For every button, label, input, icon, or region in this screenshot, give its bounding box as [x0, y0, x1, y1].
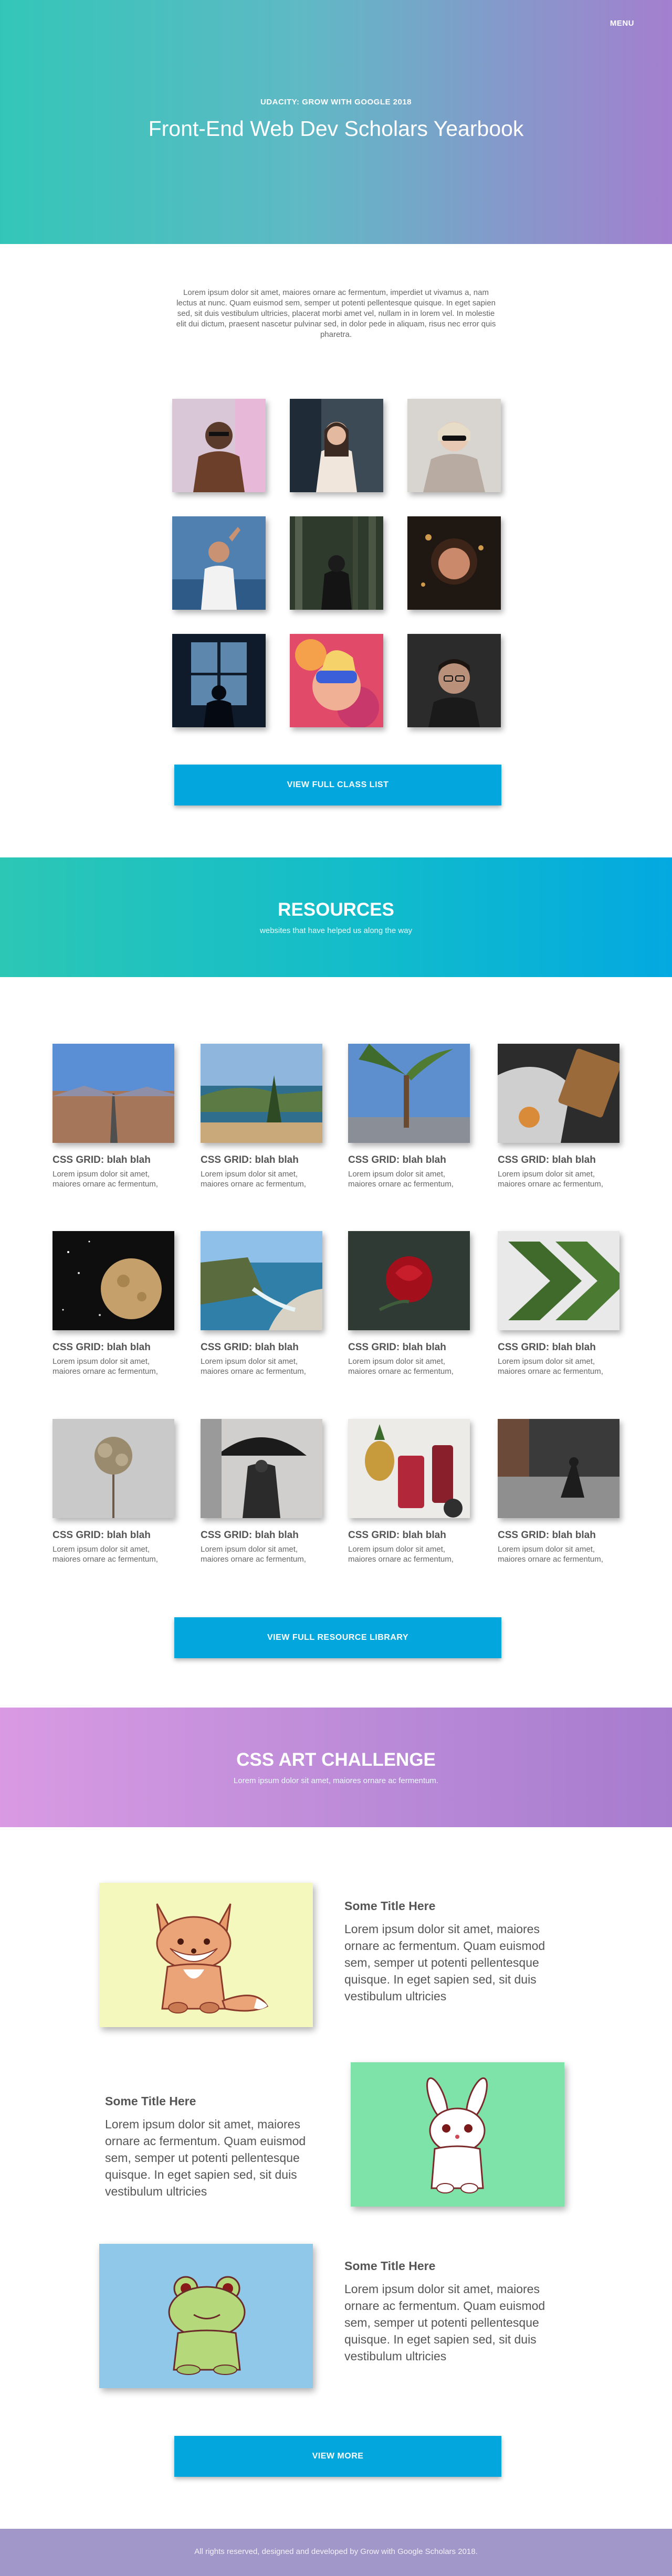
- resource-desc: Lorem ipsum dolor sit amet, maiores orna…: [498, 1170, 603, 1189]
- art-title: CSS ART CHALLENGE: [236, 1750, 436, 1770]
- hero-kicker: UDACITY: GROW WITH GOOGLE 2018: [260, 98, 412, 107]
- resources-title: RESOURCES: [278, 899, 394, 920]
- art-item-title: Some Title Here: [344, 2259, 436, 2273]
- student-photo-3[interactable]: [407, 399, 501, 492]
- resource-title: CSS GRID: blah blah: [201, 1154, 299, 1165]
- resource-desc: Lorem ipsum dolor sit amet, maiores orna…: [52, 1357, 158, 1376]
- resource-title: CSS GRID: blah blah: [348, 1154, 446, 1165]
- resource-desc: Lorem ipsum dolor sit amet, maiores orna…: [348, 1357, 454, 1376]
- student-grid: [172, 399, 501, 729]
- resource-card[interactable]: CSS GRID: blah blah Lorem ipsum dolor si…: [498, 1231, 620, 1376]
- art-image-bunny[interactable]: [351, 2062, 564, 2207]
- student-photo-5[interactable]: [290, 516, 383, 610]
- resource-image: [201, 1419, 322, 1518]
- resource-title: CSS GRID: blah blah: [498, 1530, 596, 1541]
- resource-card[interactable]: CSS GRID: blah blah Lorem ipsum dolor si…: [498, 1044, 620, 1189]
- student-photo-1[interactable]: [172, 399, 266, 492]
- art-item-title: Some Title Here: [105, 2094, 196, 2108]
- resource-image: [498, 1044, 620, 1143]
- resource-card[interactable]: CSS GRID: blah blah Lorem ipsum dolor si…: [348, 1044, 470, 1189]
- page-title: Front-End Web Dev Scholars Yearbook: [148, 116, 524, 141]
- menu-button[interactable]: MENU: [610, 19, 634, 28]
- resource-card[interactable]: CSS GRID: blah blah Lorem ipsum dolor si…: [52, 1231, 174, 1376]
- resource-card[interactable]: CSS GRID: blah blah Lorem ipsum dolor si…: [201, 1044, 322, 1189]
- view-more-button[interactable]: VIEW MORE: [174, 2436, 501, 2477]
- art-image-fox[interactable]: [99, 1883, 313, 2027]
- resource-desc: Lorem ipsum dolor sit amet, maiores orna…: [498, 1357, 603, 1376]
- student-photo-2[interactable]: [290, 399, 383, 492]
- resource-card[interactable]: CSS GRID: blah blah Lorem ipsum dolor si…: [348, 1419, 470, 1564]
- student-photo-7[interactable]: [172, 634, 266, 727]
- fox-icon: [156, 1903, 269, 2013]
- art-banner: CSS ART CHALLENGE Lorem ipsum dolor sit …: [0, 1708, 672, 1827]
- resource-card[interactable]: CSS GRID: blah blah Lorem ipsum dolor si…: [201, 1231, 322, 1376]
- resource-card[interactable]: CSS GRID: blah blah Lorem ipsum dolor si…: [52, 1419, 174, 1564]
- resource-image: [52, 1419, 174, 1518]
- art-text-1: Some Title Here Lorem ipsum dolor sit am…: [344, 1899, 570, 2005]
- bunny-icon: [426, 2077, 488, 2193]
- footer: All rights reserved, designed and develo…: [0, 2529, 672, 2576]
- resource-title: CSS GRID: blah blah: [348, 1342, 446, 1353]
- frog-icon: [168, 2276, 246, 2375]
- resource-desc: Lorem ipsum dolor sit amet, maiores orna…: [52, 1545, 158, 1564]
- resource-image: [201, 1044, 322, 1143]
- resource-title: CSS GRID: blah blah: [52, 1530, 151, 1541]
- student-photo-4[interactable]: [172, 516, 266, 610]
- view-class-list-button[interactable]: VIEW FULL CLASS LIST: [174, 765, 501, 805]
- art-text-2: Some Title Here Lorem ipsum dolor sit am…: [105, 2094, 331, 2200]
- resource-desc: Lorem ipsum dolor sit amet, maiores orna…: [348, 1545, 454, 1564]
- resource-card[interactable]: CSS GRID: blah blah Lorem ipsum dolor si…: [52, 1044, 174, 1189]
- resource-title: CSS GRID: blah blah: [348, 1530, 446, 1541]
- art-item-title: Some Title Here: [344, 1899, 436, 1913]
- resource-desc: Lorem ipsum dolor sit amet, maiores orna…: [201, 1545, 306, 1564]
- art-text-3: Some Title Here Lorem ipsum dolor sit am…: [344, 2259, 570, 2365]
- resource-title: CSS GRID: blah blah: [498, 1154, 596, 1165]
- art-item-desc: Lorem ipsum dolor sit amet, maiores orna…: [105, 2117, 306, 2198]
- resource-card[interactable]: CSS GRID: blah blah Lorem ipsum dolor si…: [348, 1231, 470, 1376]
- view-resource-library-button[interactable]: VIEW FULL RESOURCE LIBRARY: [174, 1617, 501, 1658]
- resource-image: [201, 1231, 322, 1330]
- student-photo-9[interactable]: [407, 634, 501, 727]
- art-item-desc: Lorem ipsum dolor sit amet, maiores orna…: [344, 2282, 545, 2363]
- resource-image: [348, 1419, 470, 1518]
- resource-image: [498, 1231, 620, 1330]
- resource-desc: Lorem ipsum dolor sit amet, maiores orna…: [52, 1170, 158, 1189]
- resource-image: [348, 1231, 470, 1330]
- resource-desc: Lorem ipsum dolor sit amet, maiores orna…: [201, 1357, 306, 1376]
- resource-card[interactable]: CSS GRID: blah blah Lorem ipsum dolor si…: [498, 1419, 620, 1564]
- student-photo-6[interactable]: [407, 516, 501, 610]
- art-image-frog[interactable]: [99, 2244, 313, 2388]
- hero-header: MENU UDACITY: GROW WITH GOOGLE 2018 Fron…: [0, 0, 672, 244]
- resource-title: CSS GRID: blah blah: [201, 1342, 299, 1353]
- resource-image: [348, 1044, 470, 1143]
- resources-banner: RESOURCES websites that have helped us a…: [0, 857, 672, 977]
- resource-image: [498, 1419, 620, 1518]
- resource-card[interactable]: CSS GRID: blah blah Lorem ipsum dolor si…: [201, 1419, 322, 1564]
- resource-title: CSS GRID: blah blah: [201, 1530, 299, 1541]
- resource-image: [52, 1231, 174, 1330]
- resource-title: CSS GRID: blah blah: [498, 1342, 596, 1353]
- resource-desc: Lorem ipsum dolor sit amet, maiores orna…: [201, 1170, 306, 1189]
- intro-text: Lorem ipsum dolor sit amet, maiores orna…: [176, 288, 496, 339]
- resource-image: [52, 1044, 174, 1143]
- resource-desc: Lorem ipsum dolor sit amet, maiores orna…: [348, 1170, 454, 1189]
- resource-title: CSS GRID: blah blah: [52, 1342, 151, 1353]
- resource-desc: Lorem ipsum dolor sit amet, maiores orna…: [498, 1545, 603, 1564]
- art-item-desc: Lorem ipsum dolor sit amet, maiores orna…: [344, 1922, 545, 2003]
- student-photo-8[interactable]: [290, 634, 383, 727]
- footer-text: All rights reserved, designed and develo…: [194, 2547, 478, 2556]
- resource-title: CSS GRID: blah blah: [52, 1154, 151, 1165]
- resources-subtitle: websites that have helped us along the w…: [259, 926, 413, 935]
- art-subtitle: Lorem ipsum dolor sit amet, maiores orna…: [233, 1776, 439, 1785]
